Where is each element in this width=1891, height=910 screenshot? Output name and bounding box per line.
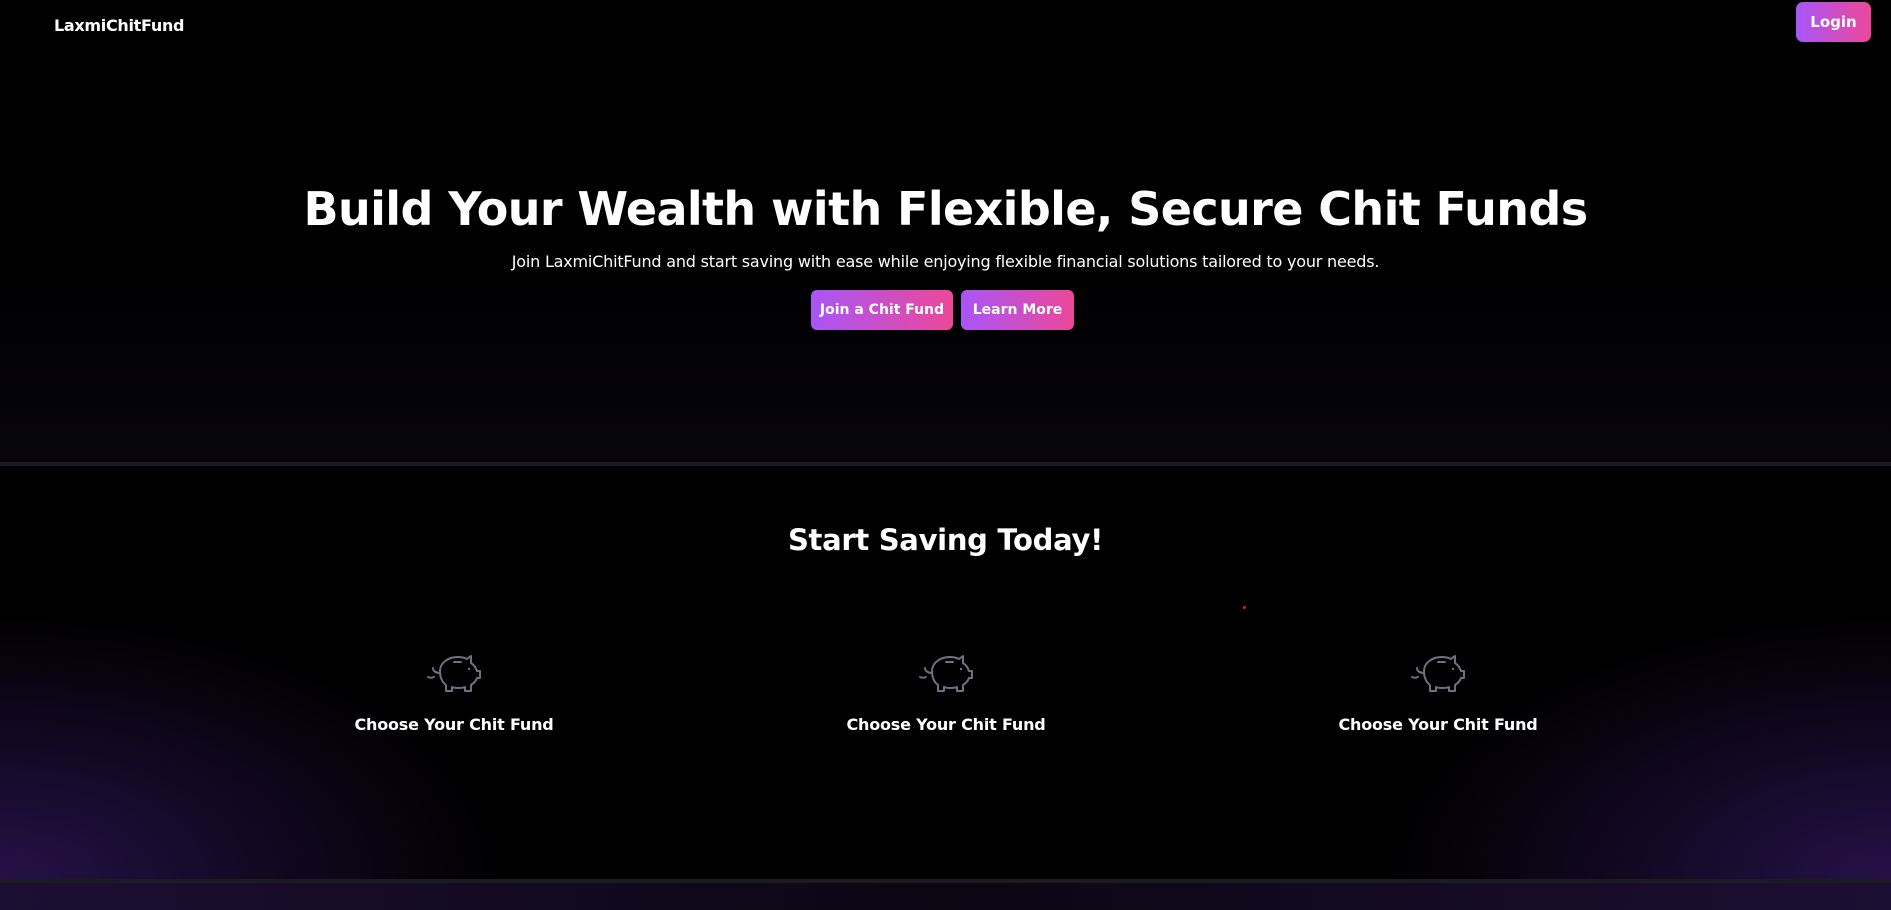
- navbar: LaxmiChitFund Login: [0, 0, 1891, 52]
- login-button[interactable]: Login: [1796, 2, 1871, 42]
- piggy-bank-icon: [1411, 655, 1465, 692]
- hero-title: Build Your Wealth with Flexible, Secure …: [303, 182, 1589, 236]
- section-title: Start Saving Today!: [787, 523, 1104, 557]
- join-chit-fund-button[interactable]: Join a Chit Fund: [811, 290, 953, 330]
- step-card: Choose Your Chit Fund: [304, 651, 604, 761]
- landing-page: LaxmiChitFund Login Build Your Wealth wi…: [0, 0, 1891, 910]
- hero-subtitle: Join LaxmiChitFund and start saving with…: [511, 252, 1380, 271]
- step-card: Choose Your Chit Fund: [1288, 651, 1588, 761]
- start-saving-section: Start Saving Today! Choose Your Chit Fun…: [0, 466, 1891, 879]
- hero-actions: Join a Chit Fund Learn More: [811, 290, 1074, 330]
- learn-more-button[interactable]: Learn More: [961, 290, 1074, 330]
- piggy-bank-icon: [919, 655, 973, 692]
- brand-logo[interactable]: LaxmiChitFund: [54, 16, 185, 35]
- step-label: Choose Your Chit Fund: [354, 715, 554, 734]
- decorative-dot: [1243, 606, 1246, 609]
- next-section-edge: [0, 883, 1891, 910]
- hero-section: Build Your Wealth with Flexible, Secure …: [0, 52, 1891, 462]
- step-label: Choose Your Chit Fund: [1338, 715, 1538, 734]
- step-label: Choose Your Chit Fund: [846, 715, 1046, 734]
- step-card: Choose Your Chit Fund: [796, 651, 1096, 761]
- piggy-bank-icon: [427, 655, 481, 692]
